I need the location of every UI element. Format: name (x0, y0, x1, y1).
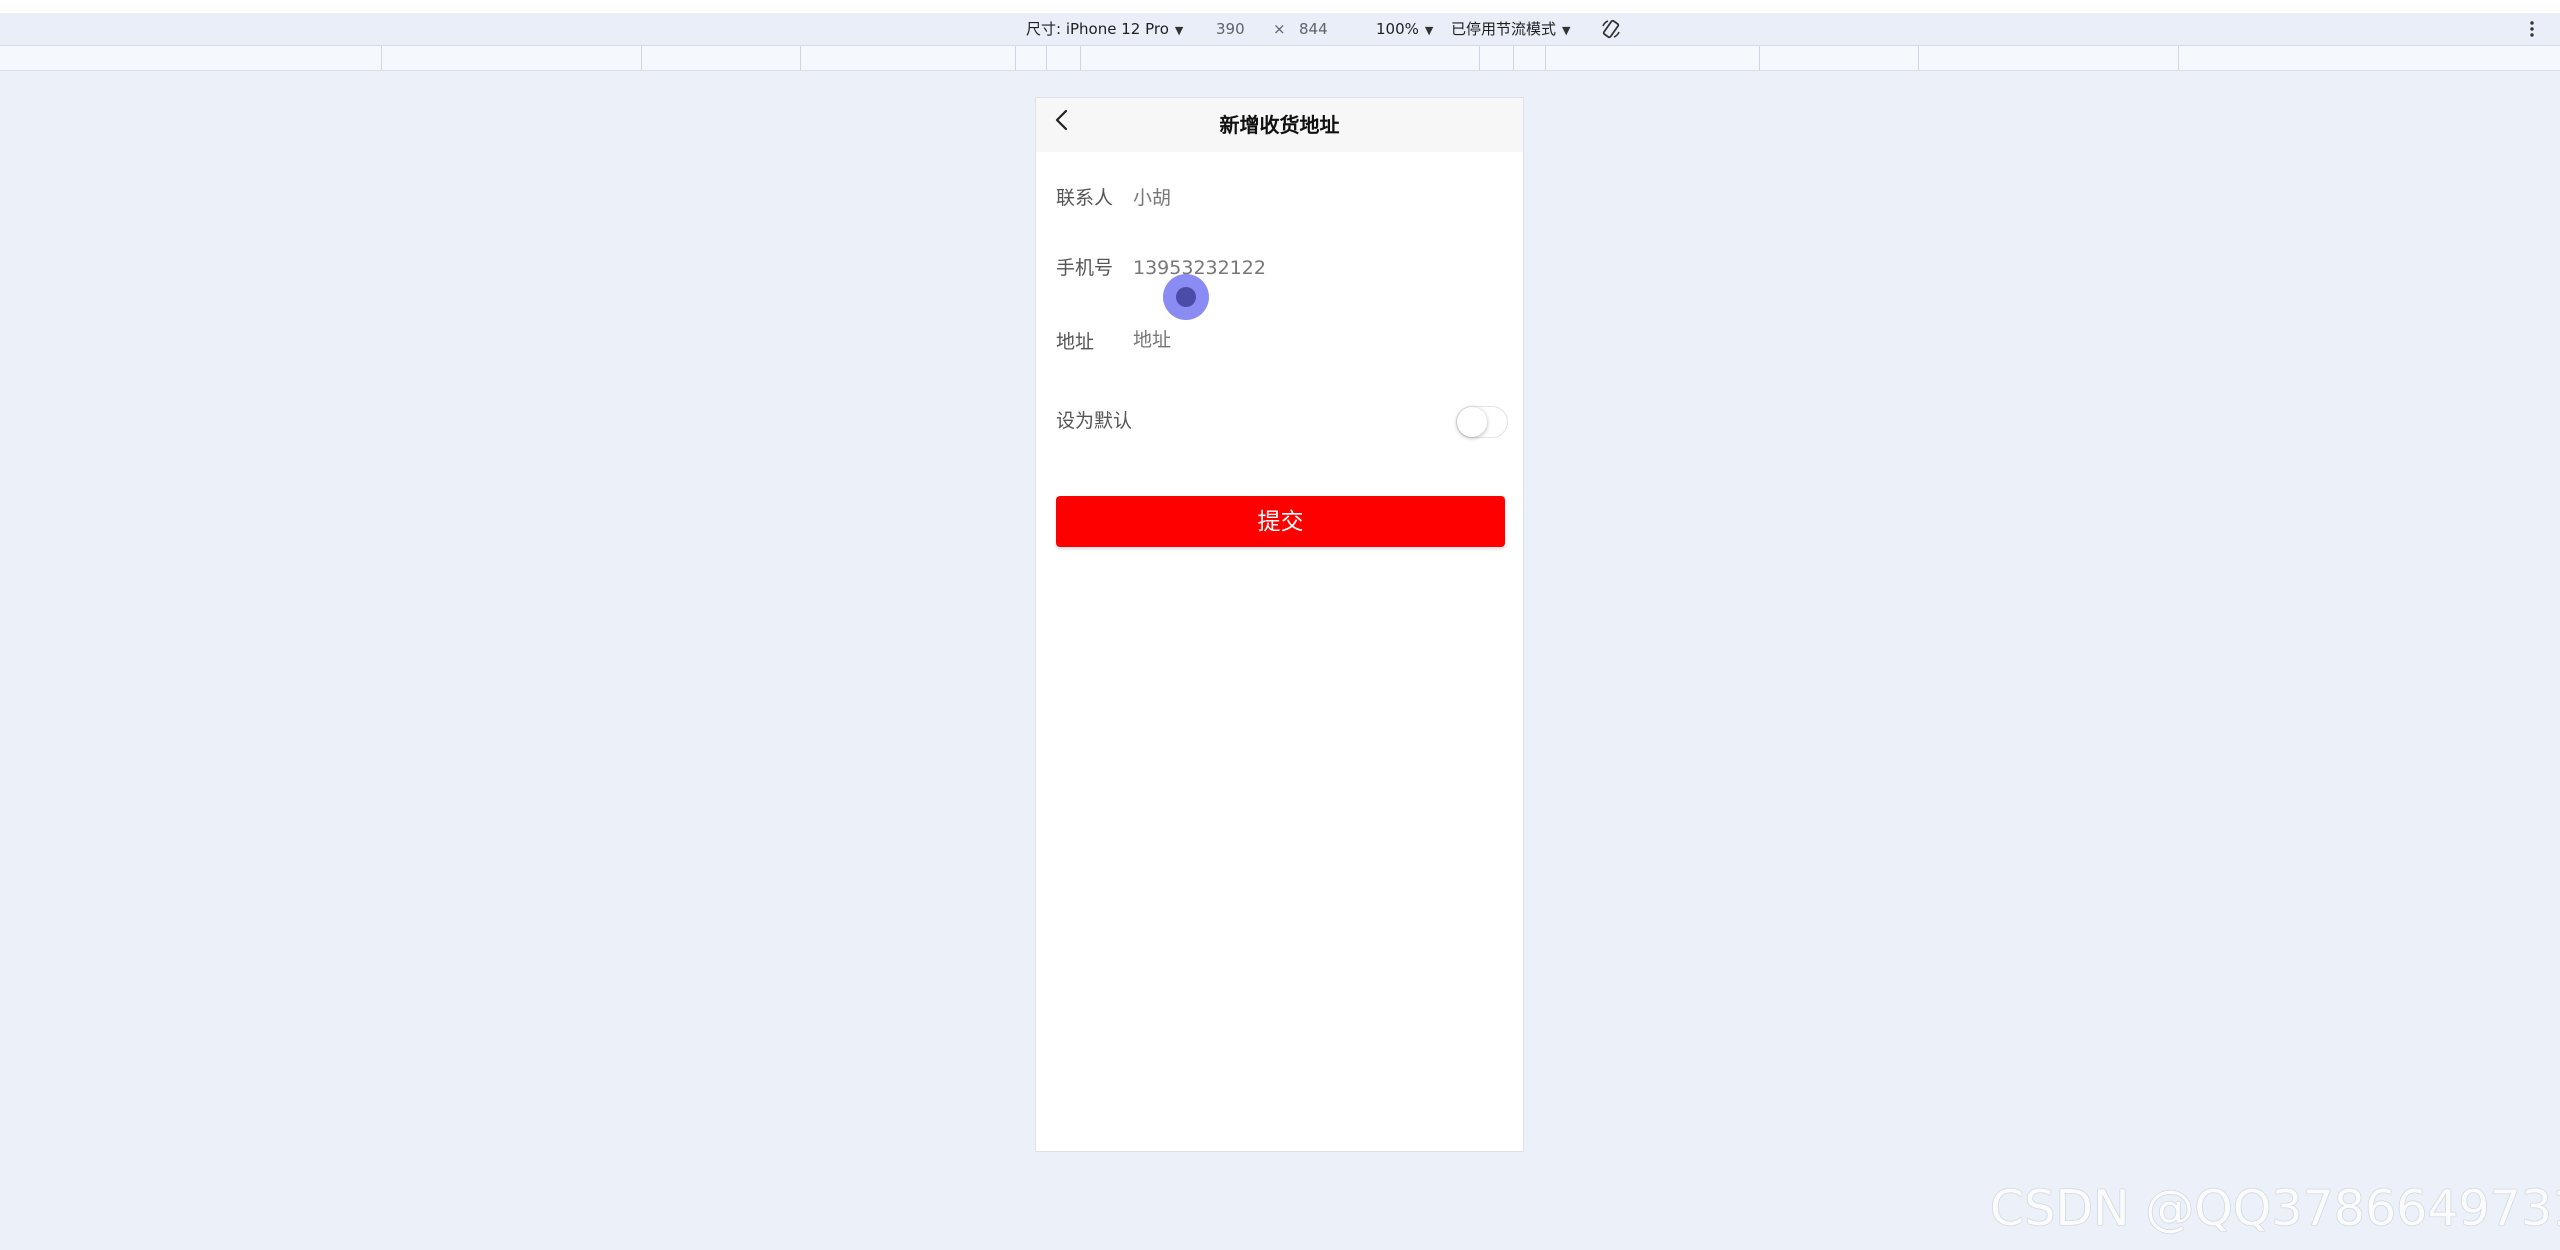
rotate-icon[interactable] (1600, 18, 1622, 40)
ruler-tick (381, 46, 382, 70)
touch-cursor-dot (1176, 287, 1196, 307)
switch-knob (1457, 407, 1487, 437)
ruler-tick (1759, 46, 1760, 70)
page-title: 新增收货地址 (1219, 113, 1340, 137)
ruler-tick (2178, 46, 2179, 70)
address-field: 地址 地址 (1056, 320, 1506, 360)
contact-label: 联系人 (1056, 187, 1114, 209)
ruler-tick (1918, 46, 1919, 70)
throttle-select-label: 已停用节流模式 (1451, 20, 1557, 38)
phone-label: 手机号 (1056, 257, 1114, 279)
nav-bar: 新增收货地址 (1036, 98, 1523, 152)
contact-input[interactable]: 小胡 (1133, 178, 1171, 218)
chevron-down-icon: ▼ (1174, 24, 1184, 37)
browser-top-strip (0, 0, 2560, 13)
watermark: CSDN @QQ3786649731 (1990, 1180, 2560, 1237)
device-viewport: 新增收货地址 联系人 小胡 手机号 13953232122 地址 地址 设为默认… (1035, 97, 1524, 1152)
default-switch[interactable] (1456, 406, 1508, 438)
address-label: 地址 (1056, 331, 1095, 353)
times-sign: × (1273, 20, 1286, 38)
more-options-icon[interactable] (2528, 20, 2536, 38)
device-toolbar: 尺寸: iPhone 12 Pro ▼ 390 × 844 100% ▼ 已停用节流… (0, 13, 2560, 46)
chevron-down-icon: ▼ (1562, 24, 1571, 37)
ruler-tick (800, 46, 801, 70)
device-select[interactable]: 尺寸: iPhone 12 Pro ▼ (1026, 13, 1183, 45)
width-input[interactable]: 390 (1216, 13, 1245, 45)
zoom-select-label: 100% (1376, 20, 1419, 38)
back-arrow-icon[interactable] (1052, 108, 1074, 132)
throttle-select[interactable]: 已停用节流模式 ▼ (1451, 13, 1570, 45)
height-input[interactable]: 844 (1299, 13, 1328, 45)
ruler-tick (1080, 46, 1081, 70)
phone-field: 手机号 13953232122 (1056, 248, 1506, 288)
default-label: 设为默认 (1056, 410, 1133, 432)
contact-field: 联系人 小胡 (1056, 178, 1506, 218)
touch-cursor (1163, 274, 1209, 320)
device-select-label: 尺寸: iPhone 12 Pro (1026, 20, 1169, 38)
ruler-tick (1513, 46, 1514, 70)
ruler-tick (641, 46, 642, 70)
ruler-tick (1545, 46, 1546, 70)
ruler-tick (1015, 46, 1016, 70)
address-input[interactable]: 地址 (1133, 320, 1171, 360)
ruler-tick (1046, 46, 1047, 70)
default-row: 设为默认 (1056, 401, 1506, 441)
zoom-select[interactable]: 100% ▼ (1376, 13, 1433, 45)
chevron-down-icon: ▼ (1424, 24, 1434, 37)
media-query-ruler (0, 46, 2560, 71)
submit-button[interactable]: 提交 (1056, 496, 1505, 547)
ruler-tick (1479, 46, 1480, 70)
